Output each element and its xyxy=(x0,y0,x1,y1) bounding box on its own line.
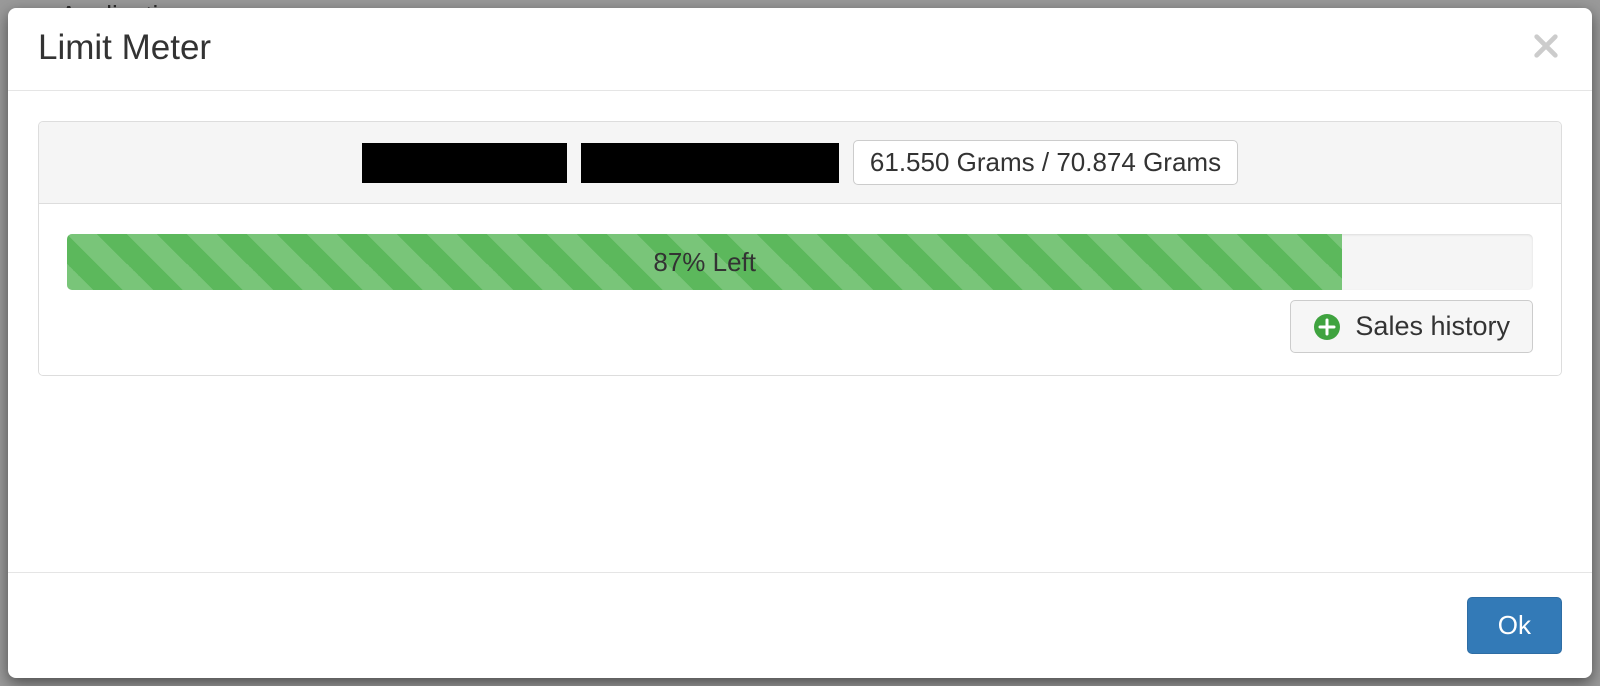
progress-track: 87% Left xyxy=(67,234,1533,290)
close-button[interactable] xyxy=(1532,28,1568,64)
progress-bar: 87% Left xyxy=(67,234,1342,290)
close-icon xyxy=(1532,32,1560,60)
limit-meter-modal: Limit Meter 61.550 Grams / 70.874 Grams … xyxy=(8,8,1592,678)
panel-actions: Sales history xyxy=(67,300,1533,353)
ok-button[interactable]: Ok xyxy=(1467,597,1562,654)
sales-history-label: Sales history xyxy=(1355,311,1510,342)
grams-readout: 61.550 Grams / 70.874 Grams xyxy=(853,140,1238,185)
modal-title: Limit Meter xyxy=(38,28,1562,68)
modal-footer: Ok xyxy=(8,572,1592,678)
panel-heading: 61.550 Grams / 70.874 Grams xyxy=(39,122,1561,204)
limit-panel: 61.550 Grams / 70.874 Grams 87% Left xyxy=(38,121,1562,376)
redacted-block-1 xyxy=(362,143,567,183)
panel-body: 87% Left Sales history xyxy=(39,204,1561,375)
modal-body: 61.550 Grams / 70.874 Grams 87% Left xyxy=(8,91,1592,572)
modal-header: Limit Meter xyxy=(8,8,1592,91)
redacted-block-2 xyxy=(581,143,839,183)
plus-circle-icon xyxy=(1313,313,1341,341)
progress-label: 87% Left xyxy=(653,247,756,278)
sales-history-button[interactable]: Sales history xyxy=(1290,300,1533,353)
